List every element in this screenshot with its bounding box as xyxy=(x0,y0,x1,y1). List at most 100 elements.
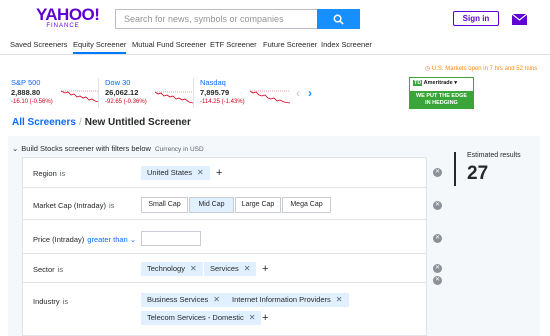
estimated-results-count: 27 xyxy=(467,163,489,184)
ad-tagline-line2: IN HEDGING xyxy=(425,100,458,106)
filter-label-text: Industry xyxy=(33,297,60,306)
filter-row-sector: Sector is Technology ✕ Services ✕ + xyxy=(23,254,426,283)
filter-operator: is xyxy=(62,297,69,306)
estimated-results: Estimated results 27 xyxy=(454,152,521,186)
chip-label: Services xyxy=(210,264,239,273)
filter-row-market-cap: Market Cap (Intraday) is Small Cap Mid Ca… xyxy=(23,188,426,220)
add-industry-button[interactable]: + xyxy=(262,312,268,324)
page-title: New Untitled Screener xyxy=(84,117,191,128)
mail-icon[interactable] xyxy=(511,12,528,30)
filter-label: Industry is xyxy=(33,297,68,306)
option-small-cap[interactable]: Small Cap xyxy=(141,197,188,213)
breadcrumb-all-screeners[interactable]: All Screeners xyxy=(12,117,76,128)
market-status-text: U.S. Markets open in 7 hrs and 52 mins xyxy=(431,66,538,72)
ad-brand-name: Ameritrade xyxy=(423,80,453,86)
nav-equity-screener[interactable]: Equity Screener xyxy=(73,40,127,54)
ticker-sparkline xyxy=(155,91,193,104)
ticker-name: S&P 500 xyxy=(11,78,41,87)
ad-brand: TD Ameritrade ▾ xyxy=(413,80,458,86)
remove-filter-icon[interactable]: ✕ xyxy=(433,276,442,285)
panel-header[interactable]: ⌄ Build Stocks screener with filters belo… xyxy=(12,144,204,153)
filter-row-price: Price (Intraday) greater than ⌄ xyxy=(23,220,426,254)
close-icon[interactable]: ✕ xyxy=(244,264,251,273)
ticker-name: Nasdaq xyxy=(200,78,226,87)
chip-label: Internet Information Providers xyxy=(232,295,331,304)
filter-label: Sector is xyxy=(33,265,63,274)
close-icon[interactable]: ✕ xyxy=(197,168,204,177)
add-sector-button[interactable]: + xyxy=(262,263,268,275)
ad-tagline: WE PUT THE EDGE IN HEDGING xyxy=(410,91,473,109)
chevron-right-icon[interactable]: › xyxy=(308,86,312,100)
filter-label-text: Market Cap (Intraday) xyxy=(33,201,106,210)
filter-label-text: Sector xyxy=(33,265,55,274)
price-value-input[interactable] xyxy=(141,231,201,246)
ad-tagline-line1: WE PUT THE EDGE xyxy=(415,93,468,99)
search-bar xyxy=(115,9,360,29)
filter-row-region: Region is United States ✕ + xyxy=(23,158,426,188)
nav-mutual-fund-screener[interactable]: Mutual Fund Screener xyxy=(132,40,206,49)
ticker-divider xyxy=(193,78,194,108)
screener-nav: Saved Screeners Equity Screener Mutual F… xyxy=(0,36,550,55)
estimated-results-label: Estimated results xyxy=(467,152,521,159)
filter-label: Price (Intraday) greater than ⌄ xyxy=(33,235,136,244)
ticker-sp500[interactable]: S&P 500 2,888.80 -16.10 (-0.56%) xyxy=(11,78,101,107)
close-icon[interactable]: ✕ xyxy=(336,295,343,304)
breadcrumb-separator: / xyxy=(78,117,82,128)
chip-business-services: Business Services ✕ xyxy=(141,293,226,307)
clock-icon: ◷ xyxy=(425,66,432,72)
close-icon[interactable]: ✕ xyxy=(190,264,197,273)
search-button[interactable] xyxy=(317,9,360,29)
remove-filter-icon[interactable]: ✕ xyxy=(433,264,442,273)
chip-united-states: United States ✕ xyxy=(141,166,210,180)
operator-dropdown-label: greater than xyxy=(87,235,128,244)
chevron-down-icon: ⌄ xyxy=(129,235,137,244)
panel-title: Build Stocks screener with filters below xyxy=(21,144,151,153)
ticker-sparkline xyxy=(250,90,290,104)
close-icon[interactable]: ✕ xyxy=(213,295,220,304)
chip-label: Business Services xyxy=(147,295,209,304)
filter-label-text: Price (Intraday) xyxy=(33,235,85,244)
chip-technology: Technology ✕ xyxy=(141,262,203,276)
logo-text: YAHOO! xyxy=(36,5,100,24)
chevron-left-icon[interactable]: ‹ xyxy=(296,86,300,100)
option-large-cap[interactable]: Large Cap xyxy=(235,197,281,213)
filter-operator: is xyxy=(59,169,66,178)
close-icon[interactable]: ✕ xyxy=(249,313,256,322)
remove-filter-icon[interactable]: ✕ xyxy=(433,168,442,177)
nav-future-screener[interactable]: Future Screener xyxy=(263,40,317,49)
breadcrumb: All Screeners / New Untitled Screener xyxy=(12,117,191,128)
filter-list: Region is United States ✕ + Market Cap (In… xyxy=(22,157,427,336)
top-bar: YAHOO! FINANCE Sign in xyxy=(0,0,550,36)
filter-label-text: Region xyxy=(33,169,57,178)
ticker-name: Dow 30 xyxy=(105,78,131,87)
nav-saved-screeners[interactable]: Saved Screeners xyxy=(10,40,68,49)
option-mega-cap[interactable]: Mega Cap xyxy=(282,197,331,213)
nav-etf-screener[interactable]: ETF Screener xyxy=(210,40,257,49)
sign-in-button[interactable]: Sign in xyxy=(453,11,499,26)
chip-label: Telecom Services - Domestic xyxy=(147,313,244,322)
filter-row-industry: Industry is Business Services ✕ Internet I… xyxy=(23,283,426,336)
chip-label: United States xyxy=(147,168,193,177)
chip-services: Services ✕ xyxy=(204,262,257,276)
option-mid-cap[interactable]: Mid Cap xyxy=(189,197,234,213)
filter-label: Market Cap (Intraday) is xyxy=(33,201,114,210)
ad-banner[interactable]: TD Ameritrade ▾ WE PUT THE EDGE IN HEDGI… xyxy=(409,77,474,109)
ticker-dow30[interactable]: Dow 30 26,062.12 -92.65 (-0.36%) xyxy=(105,78,195,107)
nav-index-screener[interactable]: Index Screener xyxy=(321,40,372,49)
filter-label: Region is xyxy=(33,169,65,178)
ticker-divider xyxy=(98,78,99,108)
remove-filter-icon[interactable]: ✕ xyxy=(433,234,442,243)
filter-operator: is xyxy=(108,201,115,210)
yahoo-finance-logo[interactable]: YAHOO! FINANCE xyxy=(36,5,100,30)
search-input[interactable] xyxy=(115,9,317,29)
chip-internet-information-providers: Internet Information Providers ✕ xyxy=(226,293,349,307)
logo-subtext: FINANCE xyxy=(46,23,80,29)
ticker-sparkline xyxy=(61,90,99,103)
ad-brand-badge: TD xyxy=(413,80,423,86)
currency-note: Currency in USD xyxy=(154,146,204,153)
operator-dropdown[interactable]: greater than ⌄ xyxy=(87,235,136,244)
market-status: ◷ U.S. Markets open in 7 hrs and 52 mins xyxy=(425,65,537,72)
remove-filter-icon[interactable]: ✕ xyxy=(433,201,442,210)
ticker-nasdaq[interactable]: Nasdaq 7,895.79 -114.25 (-1.43%) xyxy=(200,78,290,107)
add-region-button[interactable]: + xyxy=(216,167,222,179)
